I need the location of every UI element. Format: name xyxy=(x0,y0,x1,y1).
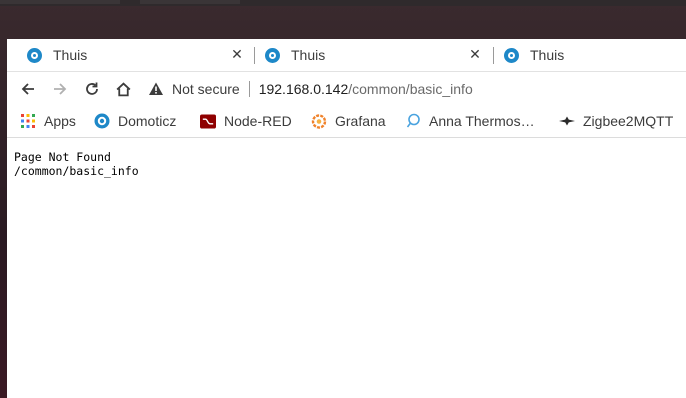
back-arrow-icon xyxy=(21,83,34,95)
domoticz-favicon-icon xyxy=(504,47,519,63)
node-red-icon xyxy=(200,113,216,129)
bookmark-grafana[interactable]: Grafana xyxy=(311,112,386,130)
bookmark-label: Apps xyxy=(44,113,76,129)
tab-thuis-2[interactable]: Thuis ✕ xyxy=(255,39,492,71)
home-button[interactable] xyxy=(111,77,135,101)
back-button[interactable] xyxy=(16,77,40,101)
warning-triangle-icon[interactable] xyxy=(148,81,164,97)
bookmark-apps[interactable]: Apps xyxy=(20,112,76,130)
bookmark-domoticz[interactable]: Domoticz xyxy=(94,112,176,130)
anna-thermostat-icon xyxy=(405,113,421,129)
tab-bar: Thuis ✕ Thuis ✕ Thuis xyxy=(7,39,686,72)
url-host[interactable]: 192.168.0.142 xyxy=(259,81,349,97)
page-content: Page Not Found /common/basic_info xyxy=(7,138,686,398)
bookmark-zigbee2mqtt[interactable]: Zigbee2MQTT xyxy=(559,112,673,130)
bookmark-label: Anna Thermos… xyxy=(429,113,535,129)
close-tab-icon[interactable]: ✕ xyxy=(230,47,244,61)
top-panel xyxy=(0,0,686,6)
reload-icon xyxy=(86,82,98,95)
url-path[interactable]: /common/basic_info xyxy=(348,81,473,97)
requested-path: /common/basic_info xyxy=(14,164,139,178)
tab-title: Thuis xyxy=(291,47,326,63)
tab-thuis-1[interactable]: Thuis ✕ xyxy=(17,39,254,71)
domoticz-favicon-icon xyxy=(27,47,42,63)
apps-grid-icon xyxy=(20,113,36,129)
tab-title: Thuis xyxy=(53,47,88,63)
domoticz-icon xyxy=(94,113,110,129)
reload-button[interactable] xyxy=(80,77,104,101)
bookmark-label: Grafana xyxy=(335,113,386,129)
bookmark-node-red[interactable]: Node-RED xyxy=(200,112,292,130)
grafana-icon xyxy=(311,113,327,129)
omnibox-separator xyxy=(248,80,250,97)
bookmark-label: Zigbee2MQTT xyxy=(583,113,674,129)
forward-button[interactable] xyxy=(48,77,72,101)
zigbee2mqtt-icon xyxy=(559,113,575,129)
bookmark-anna-thermostat[interactable]: Anna Thermos… xyxy=(405,112,535,130)
tab-title: Thuis xyxy=(530,47,565,63)
close-tab-icon[interactable]: ✕ xyxy=(468,47,482,61)
tab-thuis-3[interactable]: Thuis xyxy=(494,39,686,71)
browser-window: Thuis ✕ Thuis ✕ Thuis Not secure 192.168… xyxy=(7,39,686,398)
forward-arrow-icon xyxy=(54,83,67,95)
bookmark-label: Node-RED xyxy=(224,113,292,129)
bookmark-label: Domoticz xyxy=(118,113,177,129)
home-icon xyxy=(116,81,130,96)
browser-toolbar: Not secure 192.168.0.142/common/basic_in… xyxy=(7,72,686,105)
bookmarks-bar: Apps Domoticz Node-RED Grafana Anna Ther… xyxy=(7,105,686,138)
address-bar[interactable]: Not secure 192.168.0.142/common/basic_in… xyxy=(148,76,686,101)
error-message: Page Not Found xyxy=(14,150,111,164)
security-status[interactable]: Not secure xyxy=(172,81,240,97)
domoticz-favicon-icon xyxy=(265,47,280,63)
